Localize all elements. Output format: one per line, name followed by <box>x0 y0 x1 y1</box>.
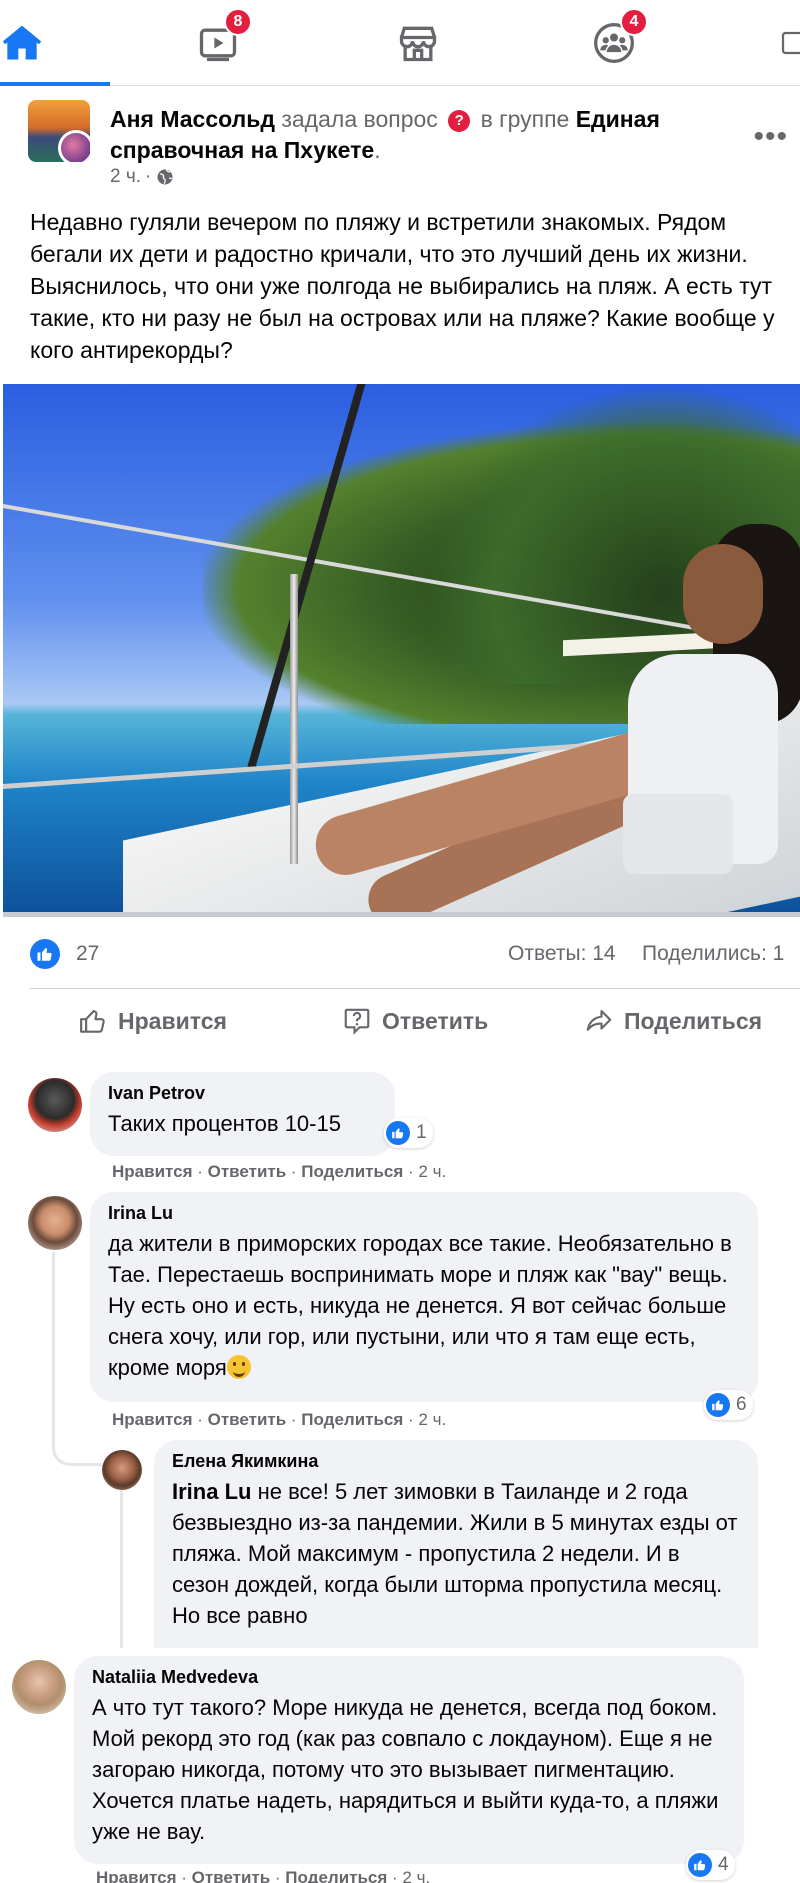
nav-tab-watch[interactable]: 8 <box>188 8 252 72</box>
comment-reaction-count: 4 <box>718 1854 729 1875</box>
reactions-summary: 27 Ответы: 14 Поделились: 1 <box>30 938 800 972</box>
divider <box>30 988 800 989</box>
like-reaction-icon <box>386 1121 410 1145</box>
post-photo[interactable] <box>3 384 800 917</box>
meta-separator: · <box>145 166 152 187</box>
home-icon <box>2 25 42 60</box>
comment-like-link[interactable]: Нравится <box>96 1868 177 1883</box>
comment-like-link[interactable]: Нравится <box>112 1410 193 1429</box>
watch-badge: 8 <box>224 8 252 36</box>
nav-tab-groups[interactable]: 4 <box>584 8 648 72</box>
author-name[interactable]: Аня Массольд <box>110 106 275 132</box>
groups-badge: 4 <box>620 8 648 36</box>
share-arrow-icon <box>586 1009 612 1031</box>
comment-reply-link[interactable]: Ответить <box>208 1410 287 1429</box>
like-reaction-icon[interactable] <box>30 939 60 969</box>
comment-actions: Нравится · Ответить · Поделиться · 2 ч. <box>96 1868 430 1883</box>
commenter-avatar[interactable] <box>102 1450 142 1490</box>
question-bubble-icon <box>344 1008 370 1035</box>
post-header-line: Аня Массольд задала вопрос ? в группе Ед… <box>110 104 710 166</box>
comment-like-link[interactable]: Нравится <box>112 1162 193 1181</box>
menu-icon <box>781 31 800 55</box>
post-time[interactable]: 2 ч. <box>110 166 141 188</box>
reply-thread-connector <box>52 1252 102 1466</box>
commenter-name[interactable]: Ivan Petrov <box>108 1082 377 1104</box>
comment-reactions[interactable]: 6 <box>704 1390 753 1420</box>
comment-reaction-count: 1 <box>416 1122 427 1143</box>
commenter-name[interactable]: Елена Якимкина <box>172 1450 740 1472</box>
comment-time[interactable]: 2 ч. <box>402 1868 430 1883</box>
nav-tab-home[interactable] <box>0 14 52 72</box>
post-meta: 2 ч. · <box>110 166 175 188</box>
comment-actions: Нравится · Ответить · Поделиться · 2 ч. <box>112 1410 447 1429</box>
reply-text: Irina Lu не все! 5 лет зимовки в Таиланд… <box>172 1476 740 1631</box>
post-action-text: задала вопрос <box>281 106 438 132</box>
comment-share-link[interactable]: Поделиться <box>301 1162 403 1181</box>
like-reaction-icon <box>688 1853 712 1877</box>
post-header: Аня Массольд задала вопрос ? в группе Ед… <box>28 100 800 200</box>
comment-share-link[interactable]: Поделиться <box>301 1410 403 1429</box>
more-options-icon[interactable]: ••• <box>753 120 788 154</box>
comment-reactions[interactable]: 1 <box>384 1118 433 1148</box>
comment-bubble: Ivan Petrov Таких процентов 10-15 <box>90 1072 395 1156</box>
comment-text: да жители в приморских городах все такие… <box>108 1228 740 1383</box>
share-button-label: Поделиться <box>624 1007 763 1034</box>
top-navigation: 8 4 <box>0 0 800 86</box>
comment-share-link[interactable]: Поделиться <box>285 1868 387 1883</box>
smile-emoji-icon <box>226 1355 251 1379</box>
nav-tab-marketplace[interactable] <box>388 14 448 72</box>
commenter-avatar[interactable] <box>28 1078 82 1132</box>
answer-button-label: Ответить <box>382 1007 489 1034</box>
reactions-count[interactable]: 27 <box>76 942 99 966</box>
comment-text: А что тут такого? Море никуда не денется… <box>92 1695 719 1844</box>
post-actions: Нравится Ответить Поделиться <box>30 998 800 1048</box>
mention-link[interactable]: Irina Lu <box>172 1479 251 1504</box>
answer-button[interactable]: Ответить <box>342 1006 488 1036</box>
store-icon <box>399 26 437 62</box>
commenter-name[interactable]: Nataliia Medvedeva <box>92 1666 726 1688</box>
comment-text-body: да жители в приморских городах все такие… <box>108 1231 732 1380</box>
comment-actions: Нравится · Ответить · Поделиться · 2 ч. <box>112 1162 447 1181</box>
thumbs-up-icon <box>80 1009 105 1033</box>
reply-bubble: Елена Якимкина Irina Lu не все! 5 лет зи… <box>154 1440 758 1648</box>
like-button-label: Нравится <box>118 1007 227 1034</box>
shares-count[interactable]: Поделились: 1 <box>642 942 784 966</box>
commenter-avatar[interactable] <box>28 1196 82 1250</box>
comment-time[interactable]: 2 ч. <box>418 1410 446 1429</box>
nav-tab-menu[interactable] <box>778 14 800 72</box>
reply-clip: Елена Якимкина Irina Lu не все! 5 лет зи… <box>0 1440 800 1648</box>
post-body-text: Недавно гуляли вечером по пляжу и встрет… <box>30 209 775 363</box>
comment-bubble: Nataliia Medvedeva А что тут такого? Мор… <box>74 1656 744 1864</box>
comment-reply-link[interactable]: Ответить <box>208 1162 287 1181</box>
group-prefix: в группе <box>480 106 570 132</box>
comment-reaction-count: 6 <box>736 1394 747 1415</box>
author-avatar[interactable] <box>28 100 90 162</box>
comment-text: Таких процентов 10-15 <box>108 1111 341 1136</box>
group-suffix: . <box>374 137 381 163</box>
reply-text-body: не все! 5 лет зимовки в Таиланде и 2 год… <box>172 1479 738 1628</box>
question-icon: ? <box>448 110 471 132</box>
commenter-name[interactable]: Irina Lu <box>108 1202 740 1224</box>
comment-reply-link[interactable]: Ответить <box>192 1868 271 1883</box>
comment-reactions[interactable]: 4 <box>686 1850 735 1880</box>
comment-bubble: Irina Lu да жители в приморских городах … <box>90 1192 758 1402</box>
globe-icon <box>157 169 173 185</box>
active-tab-indicator <box>0 82 110 86</box>
comment-time[interactable]: 2 ч. <box>418 1162 446 1181</box>
share-button[interactable]: Поделиться <box>584 1006 762 1036</box>
answers-count[interactable]: Ответы: 14 <box>508 942 616 966</box>
like-button[interactable]: Нравится <box>78 1006 227 1036</box>
commenter-avatar[interactable] <box>12 1660 66 1714</box>
like-reaction-icon <box>706 1393 730 1417</box>
